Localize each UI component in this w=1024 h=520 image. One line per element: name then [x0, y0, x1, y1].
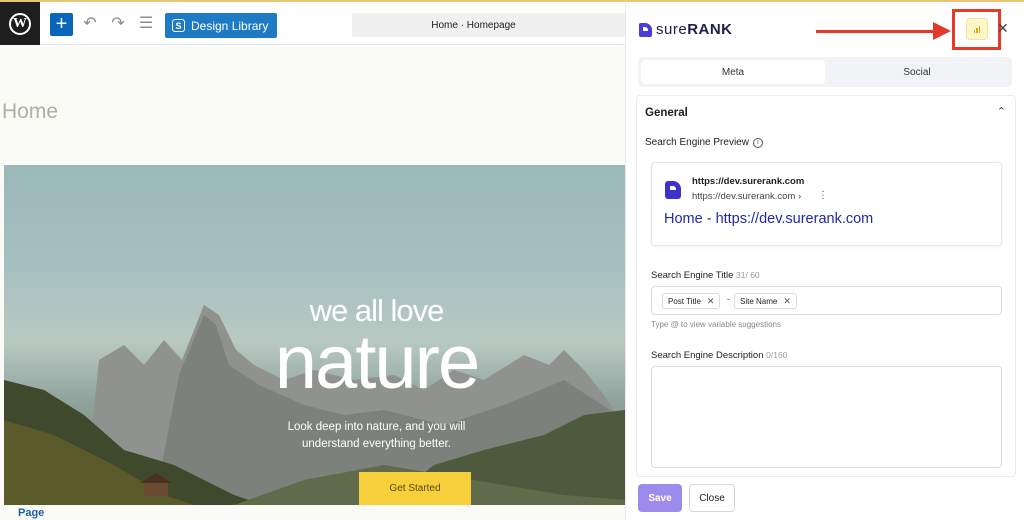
- chip-label: Post Title: [668, 296, 701, 306]
- page-title[interactable]: Home: [2, 100, 58, 124]
- hero-heading-large[interactable]: nature: [4, 315, 625, 411]
- title-field-label-text: Search Engine Title: [651, 270, 734, 281]
- logo-text-bold: RANK: [687, 21, 733, 38]
- hero-subtitle-line-1: Look deep into nature, and you will: [287, 421, 466, 433]
- surerank-logo-icon: [639, 22, 652, 37]
- design-library-label: Design Library: [191, 18, 269, 33]
- breadcrumb[interactable]: Page: [18, 507, 44, 519]
- search-preview-card: https://dev.surerank.com https://dev.sur…: [651, 162, 1002, 246]
- chip-label: Site Name: [740, 296, 778, 306]
- list-view-icon[interactable]: ☰: [136, 14, 156, 34]
- remove-chip-icon[interactable]: ✕: [707, 296, 715, 307]
- surerank-sidebar: sureRANK ✕ Meta Social General ⌃ Search …: [625, 0, 1024, 520]
- title-char-count: 31/ 60: [736, 270, 760, 280]
- title-field-label: Search Engine Title 31/ 60: [651, 270, 760, 281]
- tab-meta[interactable]: Meta: [641, 60, 825, 84]
- description-field-label-text: Search Engine Description: [651, 350, 764, 361]
- variable-chip-site-name[interactable]: Site Name ✕: [734, 293, 797, 309]
- hero-subtitle[interactable]: Look deep into nature, and you will unde…: [4, 419, 625, 453]
- undo-icon[interactable]: ↶: [80, 14, 100, 34]
- annotation-arrow: [816, 30, 936, 33]
- info-icon[interactable]: i: [752, 137, 763, 148]
- title-separator: -: [727, 294, 730, 304]
- preview-label: Search Engine Preview i: [645, 137, 763, 148]
- close-icon[interactable]: ✕: [997, 20, 1009, 37]
- document-title[interactable]: Home · Homepage: [352, 13, 625, 37]
- search-engine-title-input[interactable]: Post Title ✕ - Site Name ✕: [651, 286, 1002, 315]
- design-library-icon: S: [172, 19, 185, 32]
- hero-cover[interactable]: we all love nature Look deep into nature…: [4, 165, 625, 505]
- section-title[interactable]: General: [645, 107, 688, 119]
- preview-url: https://dev.surerank.com ›: [692, 191, 802, 202]
- annotation-arrow-head: [933, 22, 951, 40]
- seo-analysis-button[interactable]: [966, 18, 988, 40]
- preview-site: https://dev.surerank.com: [692, 176, 805, 187]
- chevron-up-icon[interactable]: ⌃: [997, 105, 1006, 118]
- get-started-button[interactable]: Get Started: [359, 472, 471, 505]
- description-char-count: 0/160: [766, 350, 788, 360]
- hero-subtitle-line-2: understand everything better.: [302, 438, 451, 450]
- save-button[interactable]: Save: [638, 484, 682, 512]
- more-vertical-icon: ⋮: [818, 190, 828, 201]
- bar-chart-icon: [973, 30, 976, 33]
- design-library-button[interactable]: S Design Library: [165, 13, 278, 38]
- editor-toolbar: W + ↶ ↷ ☰ S Design Library Home · Homepa…: [0, 0, 625, 45]
- wordpress-logo-icon[interactable]: W: [0, 2, 40, 45]
- add-block-button[interactable]: +: [50, 13, 73, 36]
- search-engine-description-input[interactable]: [651, 366, 1002, 468]
- tab-bar: Meta Social: [638, 57, 1012, 87]
- redo-icon[interactable]: ↷: [108, 14, 128, 34]
- description-field-label: Search Engine Description 0/160: [651, 350, 787, 361]
- editor-canvas: Home we all love nature Look deep into n…: [0, 45, 625, 520]
- preview-label-text: Search Engine Preview: [645, 137, 749, 148]
- surerank-logo: sureRANK: [639, 21, 733, 38]
- variable-chip-post-title[interactable]: Post Title ✕: [662, 293, 721, 309]
- preview-title: Home - https://dev.surerank.com: [664, 211, 874, 227]
- general-section: General ⌃ Search Engine Preview i https:…: [636, 95, 1016, 477]
- tab-social[interactable]: Social: [825, 60, 1009, 84]
- site-favicon-icon: [665, 181, 681, 199]
- close-button[interactable]: Close: [689, 484, 735, 512]
- logo-text-light: sure: [656, 21, 688, 38]
- remove-chip-icon[interactable]: ✕: [783, 296, 791, 307]
- title-hint: Type @ to view variable suggestions: [651, 320, 781, 329]
